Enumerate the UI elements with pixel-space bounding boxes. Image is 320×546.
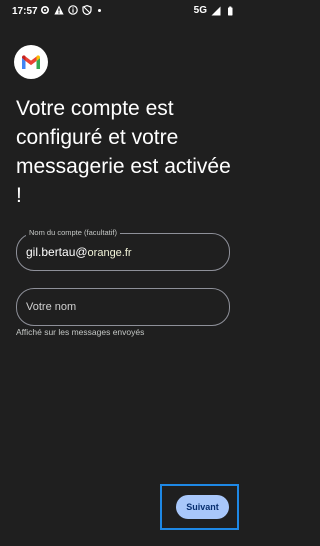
notification-dot-icon <box>98 8 101 12</box>
battery-icon <box>228 6 233 15</box>
status-icons-left <box>40 5 101 15</box>
status-icons-right: 5G <box>194 5 235 16</box>
account-name-value[interactable]: gil.bertau@orange.fr <box>26 245 132 259</box>
your-name-field[interactable]: Votre nom <box>16 288 230 326</box>
your-name-helper-text: Affiché sur les messages envoyés <box>16 327 145 337</box>
warning-icon <box>54 5 64 15</box>
account-user: gil.bertau@ <box>26 245 88 259</box>
account-name-label: Nom du compte (facultatif) <box>26 228 120 237</box>
your-name-placeholder: Votre nom <box>26 301 77 313</box>
gmail-logo <box>14 45 48 79</box>
account-domain: orange.fr <box>87 247 132 259</box>
status-time: 17:57 <box>12 6 38 17</box>
gmail-m-icon <box>22 54 40 69</box>
network-type: 5G <box>193 5 207 16</box>
account-name-field[interactable]: Nom du compte (facultatif) gil.bertau@or… <box>16 228 230 271</box>
next-button[interactable]: Suivant <box>176 495 229 519</box>
signal-icon <box>211 6 221 15</box>
page-title: Votre compte est configuré et votre mess… <box>16 97 231 207</box>
shield-icon <box>82 5 92 15</box>
status-bar: 17:57 5G <box>0 0 245 22</box>
info-icon <box>68 5 78 15</box>
gear-icon <box>40 5 50 15</box>
